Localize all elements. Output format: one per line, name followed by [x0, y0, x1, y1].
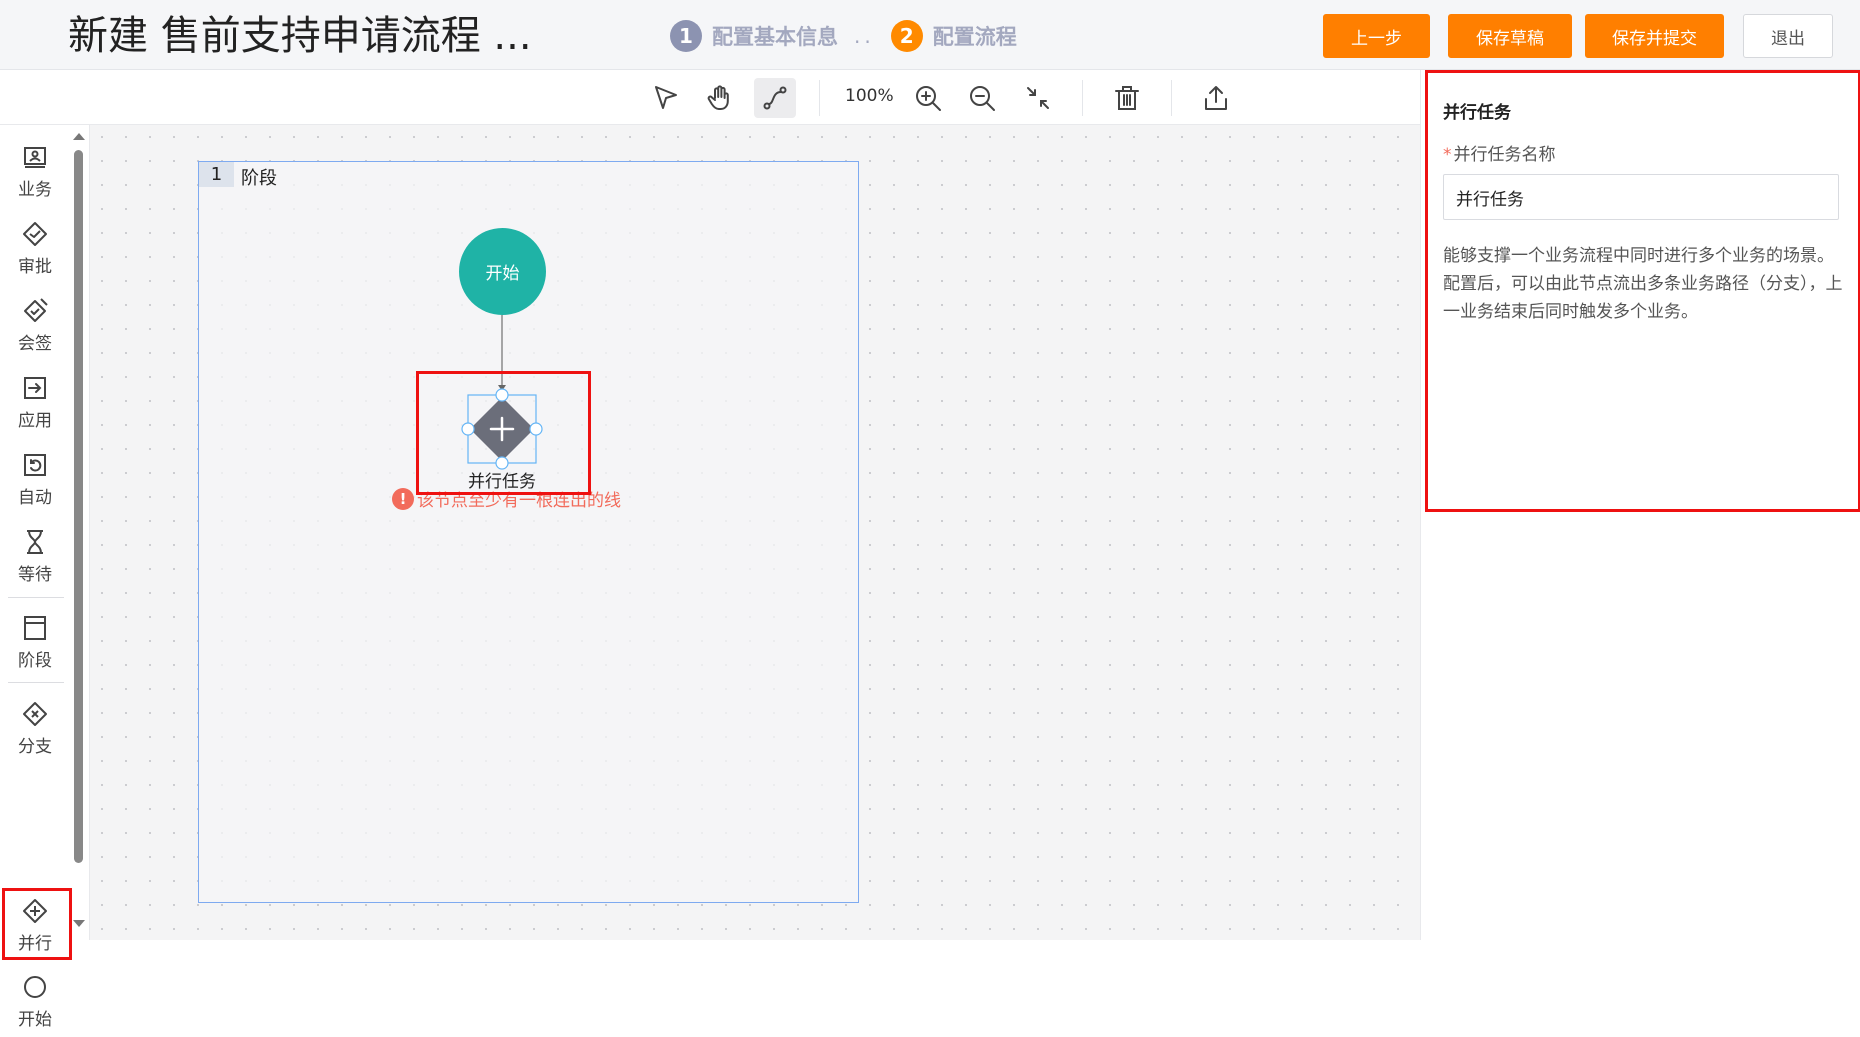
palette-label: 开始: [18, 1009, 52, 1030]
hand-pan-icon[interactable]: [700, 78, 740, 118]
parallel-node-highlight: [416, 371, 591, 495]
palette-label: 会签: [18, 333, 52, 354]
step-basic-info[interactable]: 1 配置基本信息: [670, 20, 838, 52]
palette-divider: [8, 682, 64, 683]
save-draft-button[interactable]: 保存草稿: [1448, 14, 1572, 58]
zoom-level: 100%: [845, 86, 894, 106]
step-separator: ..: [854, 24, 875, 48]
palette-item-auto[interactable]: 自动: [2, 443, 68, 515]
palette-item-countersign[interactable]: 会签: [2, 289, 68, 361]
branch-icon: [23, 701, 47, 726]
palette-label: 业务: [18, 179, 52, 200]
required-mark: *: [1443, 145, 1452, 165]
start-circle-icon: [24, 975, 46, 998]
scroll-down-arrow[interactable]: [73, 920, 85, 927]
export-icon[interactable]: [1196, 78, 1236, 118]
palette-label: 分支: [18, 736, 52, 757]
zoom-in-icon[interactable]: [908, 78, 948, 118]
properties-panel: 并行任务 *并行任务名称 能够支撑一个业务流程中同时进行多个业务的场景。配置后，…: [1420, 70, 1860, 940]
step-number-1: 1: [670, 20, 702, 52]
auto-icon: [24, 453, 46, 476]
flow-canvas[interactable]: 1 阶段 开始 并行任务 ! 该节点至少有一根连出的线: [90, 125, 1420, 940]
palette-item-branch[interactable]: 分支: [2, 692, 68, 764]
save-submit-button[interactable]: 保存并提交: [1585, 14, 1724, 58]
countersign-icon: [24, 297, 48, 322]
palette-item-approval[interactable]: 审批: [2, 212, 68, 284]
stage-number: 1: [199, 162, 234, 187]
panel-description: 能够支撑一个业务流程中同时进行多个业务的场景。配置后，可以由此节点流出多条业务路…: [1443, 246, 1843, 322]
toolbar-divider: [1082, 80, 1083, 116]
palette-item-wait[interactable]: 等待: [2, 520, 68, 592]
palette-label: 等待: [18, 564, 52, 585]
palette-item-stage[interactable]: 阶段: [2, 606, 68, 678]
start-node[interactable]: 开始: [459, 228, 546, 315]
header-bar: 新建 售前支持申请流程 ... 1 配置基本信息 .. 2 配置流程 上一步 保…: [0, 0, 1860, 70]
palette-parallel-highlight: [2, 888, 72, 960]
task-name-input[interactable]: [1443, 174, 1839, 220]
step-label-basic-info: 配置基本信息: [712, 25, 838, 49]
toolbar-divider: [1171, 80, 1172, 116]
palette-label: 审批: [18, 256, 52, 277]
node-palette: 业务 审批 会签 应用 自动 等待 阶段 分支 并行 开始: [0, 125, 90, 1030]
step-number-2: 2: [890, 20, 923, 52]
canvas-toolbar: 100%: [0, 70, 1420, 125]
palette-item-application[interactable]: 应用: [2, 366, 68, 438]
task-name-label: * 并行任务名称: [1443, 140, 1556, 165]
panel-title: 并行任务: [1443, 103, 1511, 123]
palette-scrollbar[interactable]: [74, 150, 83, 863]
zoom-out-icon[interactable]: [962, 78, 1002, 118]
palette-label: 应用: [18, 410, 52, 431]
fit-view-icon[interactable]: [1018, 78, 1058, 118]
palette-label: 自动: [18, 487, 52, 508]
exit-button[interactable]: 退出: [1743, 14, 1833, 58]
connect-line-icon[interactable]: [754, 78, 796, 118]
page-title: 新建 售前支持申请流程 ...: [68, 13, 532, 59]
toolbar-divider: [819, 80, 820, 116]
palette-divider: [8, 597, 64, 598]
step-label-configure-flow: 配置流程: [932, 25, 1017, 49]
palette-label: 阶段: [18, 650, 52, 671]
stage-name[interactable]: 阶段: [241, 164, 277, 190]
hourglass-icon: [27, 529, 43, 554]
step-configure-flow[interactable]: 2 配置流程: [890, 20, 1017, 52]
prev-step-button[interactable]: 上一步: [1323, 14, 1430, 58]
application-icon: [24, 376, 46, 399]
step-indicator: 1 配置基本信息 .. 2 配置流程: [670, 18, 1017, 54]
scroll-up-arrow[interactable]: [73, 133, 85, 140]
business-icon: [24, 146, 46, 168]
palette-item-start[interactable]: 开始: [2, 965, 68, 1037]
stage-icon: [24, 615, 46, 640]
warning-icon: !: [392, 487, 414, 510]
palette-item-business[interactable]: 业务: [2, 135, 68, 207]
approval-icon: [23, 221, 47, 246]
select-pointer-icon[interactable]: [645, 78, 685, 118]
trash-icon[interactable]: [1107, 78, 1147, 118]
task-name-label-text: 并行任务名称: [1453, 145, 1556, 165]
